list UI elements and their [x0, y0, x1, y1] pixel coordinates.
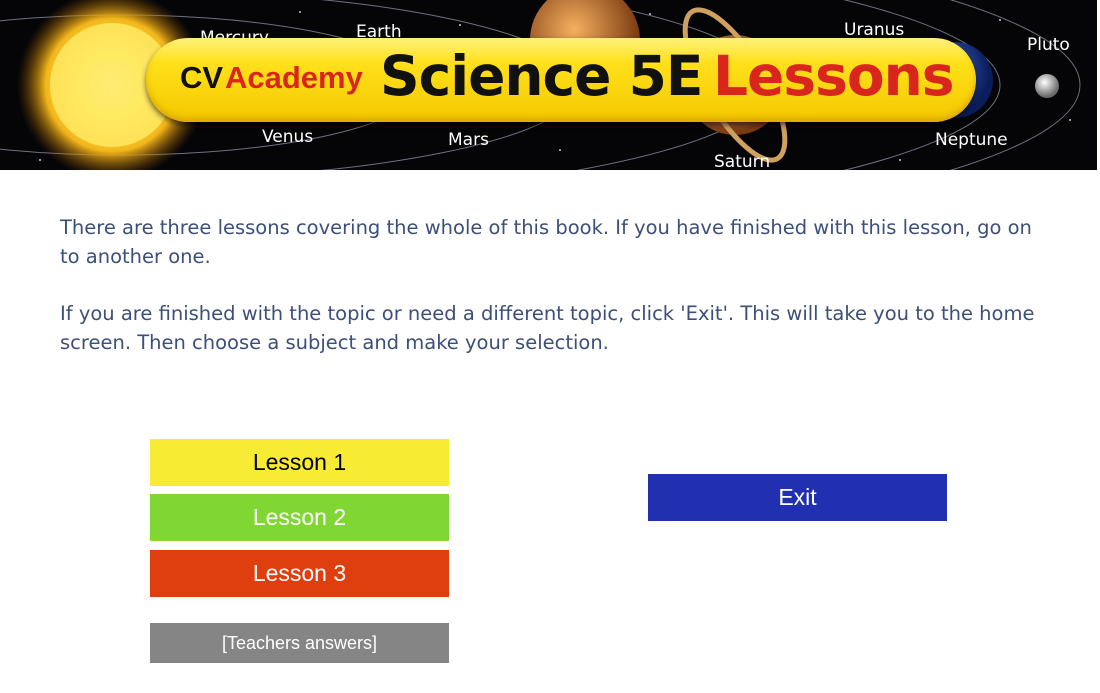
- planet-label-uranus: Uranus: [844, 20, 905, 40]
- exit-instructions-paragraph: If you are finished with the topic or ne…: [60, 302, 1035, 354]
- exit-button[interactable]: Exit: [648, 474, 947, 521]
- brand-cv: CV: [180, 60, 224, 95]
- planet-label-pluto: Pluto: [1027, 35, 1070, 55]
- title-lessons: Lessons: [713, 44, 954, 108]
- planet-label-venus: Venus: [262, 127, 314, 147]
- planet-label-mars: Mars: [448, 130, 489, 150]
- pluto-graphic: [1035, 74, 1059, 98]
- lesson-2-button[interactable]: Lesson 2: [150, 494, 449, 541]
- lesson-1-button[interactable]: Lesson 1: [150, 439, 449, 486]
- planet-label-neptune: Neptune: [935, 130, 1008, 150]
- title-science-5e: Science 5E: [380, 44, 703, 108]
- intro-paragraph: There are three lessons covering the who…: [60, 216, 1032, 268]
- planet-label-saturn: Saturn: [714, 152, 771, 170]
- teachers-answers-button[interactable]: [Teachers answers]: [150, 623, 449, 663]
- brand-academy: Academy: [225, 60, 363, 95]
- header-banner: Mercury Earth Uranus Pluto Venus Mars Sa…: [0, 0, 1097, 170]
- lesson-3-button[interactable]: Lesson 3: [150, 550, 449, 597]
